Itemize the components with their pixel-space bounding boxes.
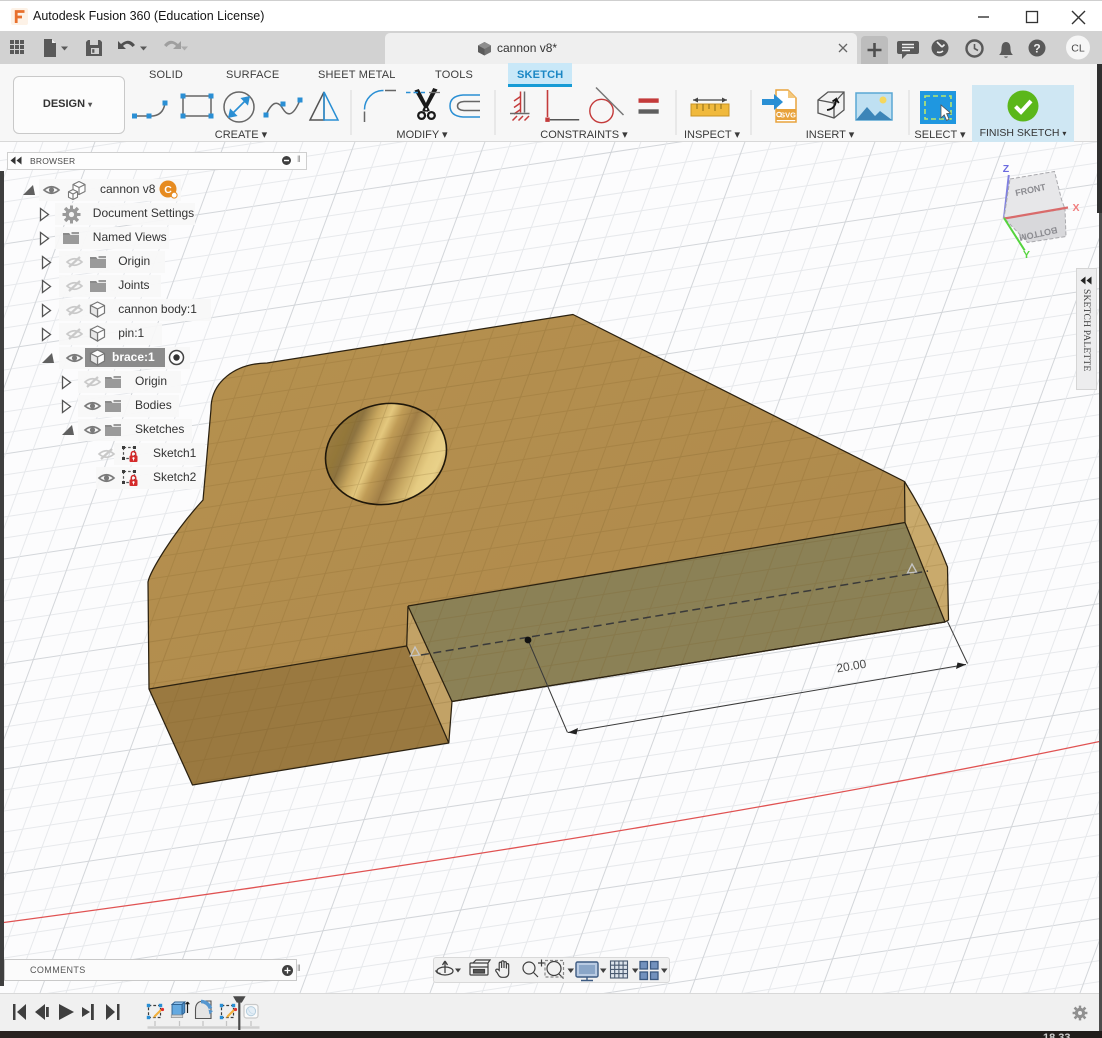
svg-text:?: ? [1033,42,1040,56]
svg-text:Y: Y [1023,249,1030,261]
svg-text:Z: Z [1003,163,1010,175]
svg-text:SVG: SVG [780,111,796,120]
svg-text:X: X [1072,202,1079,214]
svg-text:C: C [164,184,172,196]
svg-text:CL: CL [1071,43,1085,55]
